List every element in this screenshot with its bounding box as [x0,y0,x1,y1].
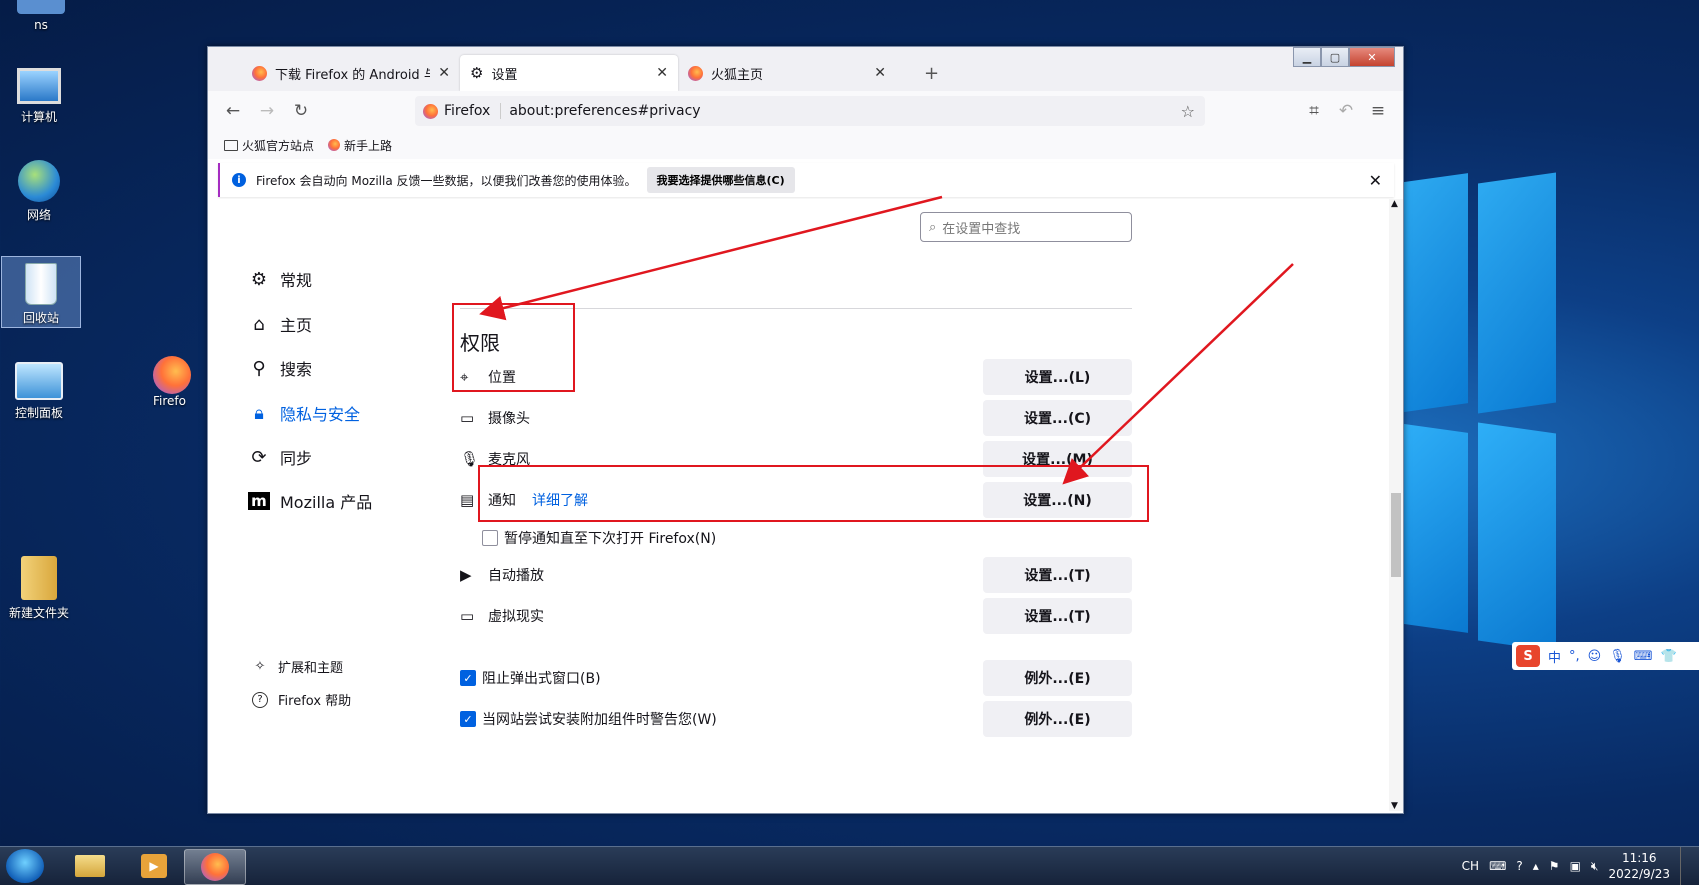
show-desktop-button[interactable] [1680,847,1689,885]
taskbar-media-player[interactable]: ▶ [124,849,184,883]
taskbar-firefox[interactable] [184,849,246,885]
start-button[interactable] [6,849,44,883]
clock[interactable]: 11:16 2022/9/23 [1608,850,1670,882]
network-icon[interactable]: ▣ [1570,859,1581,873]
flag-icon[interactable]: ⚑ [1549,859,1560,873]
annotation-arrows [479,195,1294,485]
annotation-arrow [479,195,943,321]
taskbar-explorer[interactable] [60,849,120,883]
help-tray-icon[interactable]: ? [1516,859,1522,873]
volume-muted-icon[interactable]: 🔇︎ [1591,859,1599,874]
ime-tray-icon[interactable]: ⌨ [1489,859,1506,873]
system-tray: CH ⌨ ? ▴ ⚑ ▣ 🔇︎ 11:16 2022/9/23 [1462,847,1689,885]
taskbar: ▶ CH ⌨ ? ▴ ⚑ ▣ 🔇︎ 11:16 2022/9/23 [0,846,1699,885]
expand-tray-icon[interactable]: ▴ [1533,859,1539,873]
folder-icon [75,855,105,877]
tray-language[interactable]: CH [1462,859,1479,873]
media-player-icon: ▶ [141,854,167,878]
annotation-arrow [1062,263,1294,485]
firefox-icon [201,853,229,881]
